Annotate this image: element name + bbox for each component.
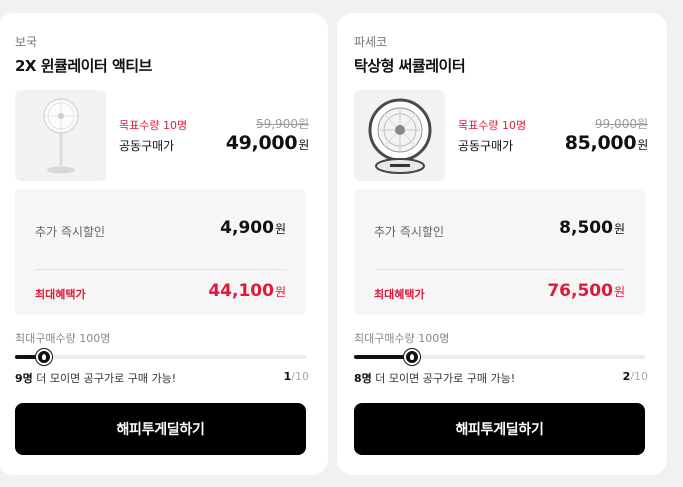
status-text: 더 모이면 공구가로 구매 가능! <box>371 372 516 385</box>
original-price: 99,000원 <box>594 117 648 131</box>
progress-track <box>354 349 645 365</box>
extra-discount-label: 추가 즉시할인 <box>35 225 106 239</box>
extra-discount-value: 8,500원 <box>559 218 625 238</box>
goal-quantity: 목표수량 10명 <box>119 119 188 132</box>
extra-discount-amount: 8,500 <box>559 218 613 238</box>
product-title[interactable]: 2X 윈큘레이터 액티브 <box>15 55 152 76</box>
max-benefit-amount: 44,100 <box>208 281 274 301</box>
status-text: 더 모이면 공구가로 구매 가능! <box>32 372 177 385</box>
product-image[interactable] <box>15 90 106 181</box>
max-benefit-value: 44,100원 <box>208 281 286 301</box>
max-benefit-label: 최대혜택가 <box>35 288 86 301</box>
extra-discount-unit: 원 <box>274 222 286 236</box>
goal-quantity: 목표수량 10명 <box>458 119 527 132</box>
desk-circulator-icon <box>368 98 431 174</box>
brand-name: 보국 <box>15 35 38 49</box>
status-message: 9명 더 모이면 공구가로 구매 가능! <box>15 370 176 386</box>
page-total: /10 <box>630 370 648 383</box>
extra-discount-label: 추가 즉시할인 <box>374 225 445 239</box>
price-unit: 원 <box>298 138 309 152</box>
price-unit: 원 <box>637 138 648 152</box>
max-buyers: 최대구매수량 100명 <box>15 332 111 345</box>
original-price: 59,900원 <box>255 117 309 131</box>
flame-icon <box>36 349 53 365</box>
product-card[interactable]: 파세코 탁상형 써큘레이터 목표수량 10명 공동구매가 99,000원 85,… <box>337 13 667 475</box>
group-price: 85,000원 <box>564 132 649 154</box>
max-buyers: 최대구매수량 100명 <box>354 332 450 345</box>
divider <box>35 269 286 270</box>
extra-discount-value: 4,900원 <box>220 218 286 238</box>
max-benefit-amount: 76,500 <box>547 281 613 301</box>
page-indicator: 2/10 <box>623 370 648 383</box>
group-price-value: 49,000 <box>225 132 298 154</box>
extra-discount-amount: 4,900 <box>220 218 274 238</box>
happy-together-deal-button[interactable]: 해피투게딜하기 <box>15 403 306 455</box>
max-benefit-unit: 원 <box>274 285 286 299</box>
remaining-count: 8명 <box>354 372 372 385</box>
group-price-value: 85,000 <box>564 132 637 154</box>
progress-track <box>15 349 306 365</box>
divider <box>374 269 625 270</box>
group-price-label: 공동구매가 <box>458 139 514 153</box>
extra-discount-unit: 원 <box>613 222 625 236</box>
page-total: /10 <box>291 370 309 383</box>
page-indicator: 1/10 <box>284 370 309 383</box>
group-price-label: 공동구매가 <box>119 139 175 153</box>
standing-fan-icon <box>42 97 79 173</box>
happy-together-deal-button[interactable]: 해피투게딜하기 <box>354 403 645 455</box>
benefit-panel: 추가 즉시할인 8,500원 최대혜택가 76,500원 <box>354 189 645 315</box>
flame-icon <box>404 349 421 365</box>
status-message: 8명 더 모이면 공구가로 구매 가능! <box>354 370 515 386</box>
max-benefit-value: 76,500원 <box>547 281 625 301</box>
group-price: 49,000원 <box>225 132 310 154</box>
brand-name: 파세코 <box>354 35 388 49</box>
product-image[interactable] <box>354 90 445 181</box>
max-benefit-label: 최대혜택가 <box>374 288 425 301</box>
remaining-count: 9명 <box>15 372 33 385</box>
product-title[interactable]: 탁상형 써큘레이터 <box>354 55 466 76</box>
max-benefit-unit: 원 <box>613 285 625 299</box>
product-card[interactable]: 보국 2X 윈큘레이터 액티브 목표수량 10명 공동구매가 59,900원 4… <box>0 13 328 475</box>
benefit-panel: 추가 즉시할인 4,900원 최대혜택가 44,100원 <box>15 189 306 315</box>
